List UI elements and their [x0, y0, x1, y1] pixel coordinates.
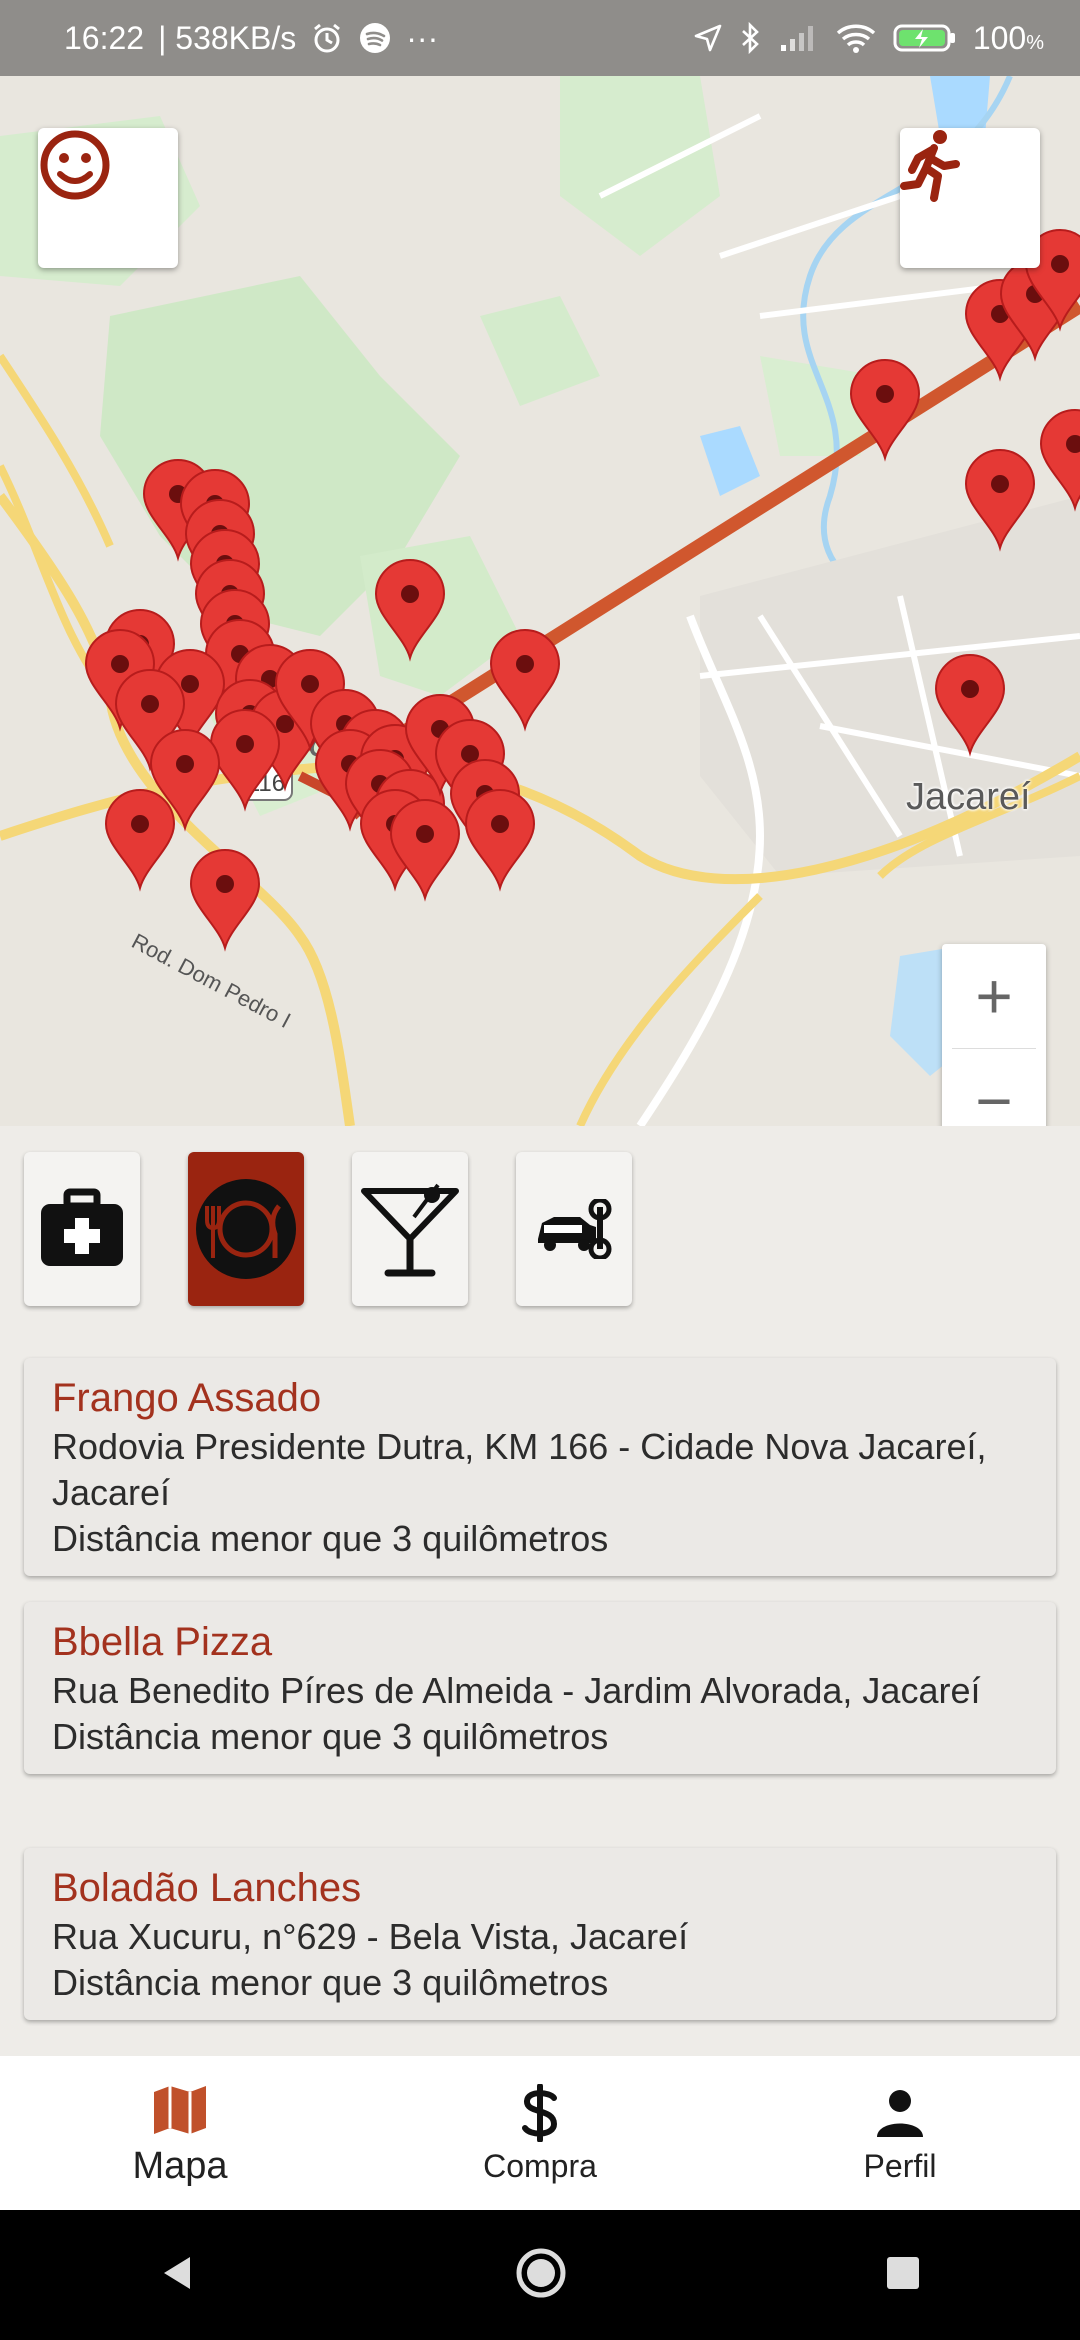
map-pin[interactable]	[489, 629, 561, 732]
wifi-icon	[835, 22, 877, 54]
recents-icon	[887, 2256, 919, 2289]
zoom-in-button[interactable]: +	[942, 944, 1046, 1048]
map-view[interactable]: 116 CCR Rod. Dom Pedro I Jacareí + − Goo…	[0, 76, 1080, 1126]
bluetooth-icon	[739, 21, 763, 55]
google-logo-letter: e	[149, 1123, 175, 1126]
smiley-button[interactable]	[38, 128, 178, 268]
place-distance: Distância menor que 3 quilômetros	[52, 1518, 609, 1559]
nav-label: Compra	[483, 2147, 597, 2184]
status-bar: 16:22 | 538KB/s ··· 100%	[0, 0, 1080, 76]
status-more: ···	[406, 19, 439, 56]
category-food[interactable]	[188, 1152, 304, 1306]
nav-label: Perfil	[863, 2147, 937, 2184]
place-name: Bbella Pizza	[52, 1620, 273, 1664]
status-time: 16:22	[64, 19, 145, 56]
status-right: 100%	[693, 0, 1044, 76]
spotify-icon	[358, 21, 392, 55]
place-name: Boladão Lanches	[52, 1866, 362, 1910]
nav-item-mapa[interactable]: Mapa	[0, 2056, 360, 2210]
place-address: Rua Benedito Píres de Almeida - Jardim A…	[52, 1670, 981, 1711]
place-address: Rua Xucuru, n°629 - Bela Vista, Jacareí	[52, 1916, 689, 1957]
map-pin[interactable]	[389, 799, 461, 902]
map-pin[interactable]	[104, 789, 176, 892]
recents-button[interactable]	[884, 2254, 922, 2297]
car-repair-icon	[538, 1199, 612, 1259]
back-button[interactable]	[158, 2253, 198, 2298]
road-label: Rod. Dom Pedro I	[128, 928, 295, 1033]
place-distance: Distância menor que 3 quilômetros	[52, 1962, 609, 2003]
bottom-navigation: Mapa Compra Perfil	[0, 2056, 1080, 2210]
category-mechanic[interactable]	[516, 1152, 632, 1306]
city-label: Jacareí	[906, 776, 1031, 818]
google-logo-letter: l	[136, 1123, 149, 1126]
plate-cutlery-icon	[196, 1179, 296, 1279]
place-card[interactable]: Boladão Lanches Rua Xucuru, n°629 - Bela…	[24, 1848, 1056, 2020]
system-navigation-bar	[0, 2210, 1080, 2340]
google-logo-letter: o	[80, 1123, 108, 1126]
running-button[interactable]	[900, 128, 1040, 268]
place-distance: Distância menor que 3 quilômetros	[52, 1716, 609, 1757]
battery-icon	[893, 22, 957, 54]
person-icon	[875, 2082, 925, 2144]
place-name: Frango Assado	[52, 1376, 322, 1420]
nav-item-compra[interactable]: Compra	[360, 2056, 720, 2210]
zoom-out-button[interactable]: −	[942, 1049, 1046, 1126]
google-logo-letter: G	[16, 1123, 52, 1126]
place-address: Rodovia Presidente Dutra, KM 166 - Cidad…	[52, 1426, 987, 1513]
alarm-icon	[310, 21, 344, 55]
nav-label: Mapa	[132, 2144, 228, 2187]
status-speed: | 538KB/s	[158, 19, 297, 56]
home-icon	[516, 2248, 566, 2297]
dollar-icon	[520, 2082, 560, 2144]
map-pin[interactable]	[1039, 409, 1080, 512]
first-aid-icon	[41, 1188, 123, 1266]
google-logo: Google	[16, 1122, 174, 1126]
google-logo-letter: g	[108, 1123, 136, 1126]
running-person-icon	[900, 130, 960, 202]
zoom-control: + −	[942, 944, 1046, 1126]
map-icon	[152, 2079, 208, 2141]
cocktail-icon	[361, 1183, 459, 1277]
map-pin[interactable]	[464, 789, 536, 892]
place-card[interactable]: Bbella Pizza Rua Benedito Píres de Almei…	[24, 1602, 1056, 1774]
nav-item-perfil[interactable]: Perfil	[720, 2056, 1080, 2210]
place-card[interactable]: Frango Assado Rodovia Presidente Dutra, …	[24, 1358, 1056, 1576]
map-pin[interactable]	[189, 849, 261, 952]
back-icon	[164, 2256, 190, 2289]
category-health[interactable]	[24, 1152, 140, 1306]
category-row	[24, 1152, 632, 1306]
status-left: 16:22 | 538KB/s ···	[64, 0, 438, 76]
home-button[interactable]	[514, 2246, 568, 2305]
battery-level: 100%	[972, 19, 1044, 56]
signal-icon	[779, 23, 819, 53]
category-bar[interactable]	[352, 1152, 468, 1306]
google-logo-letter: o	[52, 1123, 80, 1126]
location-arrow-icon	[693, 23, 723, 53]
smiley-icon	[40, 130, 110, 200]
